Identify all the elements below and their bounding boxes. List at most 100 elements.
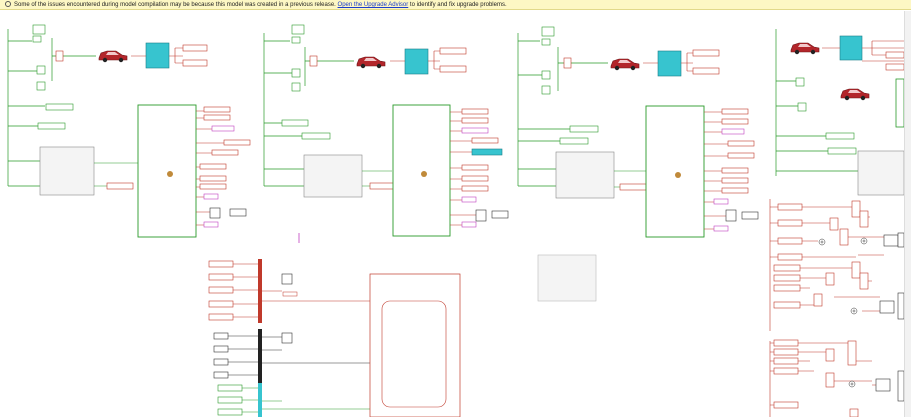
from-block[interactable] — [301, 132, 331, 140]
model-canvas[interactable] — [0, 11, 904, 417]
goto-block[interactable] — [692, 49, 720, 57]
terminator-block[interactable] — [713, 225, 729, 232]
vertical-scrollbar[interactable] — [904, 11, 911, 417]
constant-block[interactable] — [291, 82, 301, 92]
goto-block-highlighted[interactable] — [471, 148, 503, 156]
goto-block[interactable] — [439, 65, 467, 73]
goto-block[interactable] — [721, 187, 749, 194]
goto-block[interactable] — [199, 183, 227, 190]
product-block[interactable] — [851, 261, 861, 279]
constant-block[interactable] — [32, 35, 42, 43]
goto-block[interactable] — [461, 108, 489, 115]
goto-block[interactable] — [211, 125, 235, 132]
goto-block[interactable] — [885, 63, 904, 71]
constant-block[interactable] — [36, 65, 46, 75]
from-block[interactable] — [777, 237, 803, 245]
car-icon[interactable] — [790, 42, 820, 55]
terminator-block[interactable] — [713, 198, 729, 205]
driver-model-subsystem[interactable] — [857, 150, 904, 196]
goto-block[interactable] — [461, 164, 489, 171]
from-block[interactable] — [217, 396, 243, 404]
scope-icon[interactable] — [229, 208, 247, 217]
vehicle-dynamics-block[interactable] — [404, 48, 429, 75]
from-block[interactable] — [777, 203, 803, 211]
scope-icon[interactable] — [281, 273, 293, 285]
constant-block[interactable] — [797, 102, 807, 112]
product-block[interactable] — [813, 293, 823, 307]
goto-block[interactable] — [721, 118, 749, 125]
vehicle-dynamics-block[interactable] — [657, 50, 682, 77]
goto-block[interactable] — [721, 128, 745, 135]
constant-block[interactable] — [36, 81, 46, 91]
from-block[interactable] — [773, 339, 799, 347]
product-block[interactable] — [851, 200, 861, 218]
car-icon[interactable] — [610, 58, 640, 71]
bus-creator-block[interactable] — [258, 383, 262, 417]
mux-block[interactable] — [209, 207, 221, 219]
constant-block[interactable] — [541, 38, 551, 46]
terminator-block[interactable] — [461, 196, 477, 203]
from-block[interactable] — [45, 103, 74, 111]
product-block[interactable] — [859, 210, 869, 228]
constant-block[interactable] — [291, 68, 301, 78]
goto-block[interactable] — [721, 108, 749, 115]
goto-block[interactable] — [203, 114, 231, 121]
product-block[interactable] — [859, 272, 869, 290]
source-block[interactable] — [32, 24, 46, 35]
from-block[interactable] — [569, 125, 599, 133]
constant-block[interactable] — [541, 70, 551, 80]
car-icon[interactable] — [356, 56, 386, 69]
goto-block[interactable] — [461, 127, 489, 134]
terminator-block[interactable] — [203, 221, 219, 228]
from-block[interactable] — [773, 357, 799, 365]
from-block[interactable] — [37, 122, 66, 130]
vehicle-controller-subsystem[interactable] — [392, 104, 451, 237]
mux-block[interactable] — [725, 209, 737, 222]
bus-selector-block[interactable] — [282, 291, 298, 297]
product-block[interactable] — [825, 372, 835, 388]
goto-block[interactable] — [199, 163, 227, 170]
goto-block[interactable] — [885, 51, 904, 59]
gain-block[interactable] — [309, 55, 318, 67]
from-block[interactable] — [773, 274, 801, 282]
goto-block[interactable] — [619, 183, 647, 191]
from-block[interactable] — [281, 119, 309, 127]
scope-icon[interactable] — [281, 332, 293, 344]
sum-block[interactable] — [860, 237, 868, 245]
goto-block[interactable] — [692, 67, 720, 75]
from-block[interactable] — [208, 260, 234, 268]
goto-block[interactable] — [106, 182, 134, 190]
goto-block[interactable] — [199, 175, 227, 182]
input-port-block[interactable] — [213, 358, 229, 366]
switch-block[interactable] — [875, 378, 891, 392]
goto-block[interactable] — [461, 175, 489, 182]
from-block[interactable] — [827, 147, 857, 155]
from-block[interactable] — [773, 348, 799, 356]
from-block[interactable] — [773, 301, 801, 309]
bus-creator-block[interactable] — [258, 259, 262, 323]
goto-block[interactable] — [203, 106, 231, 113]
goto-block[interactable] — [471, 137, 499, 144]
switch-block[interactable] — [883, 234, 899, 247]
input-port-block[interactable] — [213, 345, 229, 353]
car-icon[interactable] — [840, 88, 870, 101]
vehicle-controller-subsystem[interactable] — [137, 104, 197, 238]
driver-model-subsystem[interactable] — [39, 146, 95, 196]
scope-icon[interactable] — [491, 210, 509, 219]
goto-block[interactable] — [461, 117, 489, 124]
goto-block[interactable] — [182, 44, 208, 52]
goto-block[interactable] — [223, 139, 251, 146]
vehicle-dynamics-block[interactable] — [145, 42, 170, 69]
constant-block[interactable] — [795, 77, 805, 87]
from-block[interactable] — [773, 401, 799, 409]
constant-block[interactable] — [291, 36, 301, 44]
goto-block[interactable] — [727, 140, 755, 147]
product-block[interactable] — [825, 348, 835, 362]
goto-block[interactable] — [461, 185, 489, 192]
gain-block[interactable] — [563, 57, 572, 69]
product-block[interactable] — [847, 340, 857, 366]
sum-block[interactable] — [850, 307, 858, 315]
from-block[interactable] — [559, 137, 589, 145]
car-icon[interactable] — [98, 50, 128, 63]
product-block[interactable] — [849, 408, 859, 417]
